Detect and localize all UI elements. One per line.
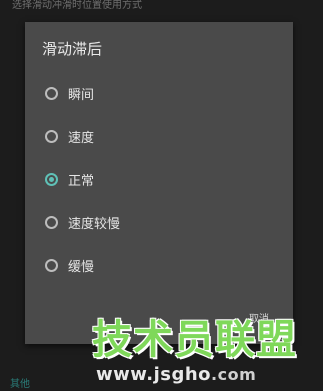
radio-unchecked-icon[interactable] bbox=[45, 87, 58, 100]
scroll-lag-dialog: 滑动滞后 瞬间 速度 正常 速度较慢 缓慢 取消 bbox=[25, 22, 293, 344]
watermark-url-main: www.jsgho bbox=[96, 364, 212, 385]
background-header-text: 选择滑动冲滑时位置使用方式 bbox=[12, 0, 142, 11]
background-link[interactable]: 其他 bbox=[10, 375, 30, 390]
option-label: 瞬间 bbox=[68, 88, 95, 103]
option-label: 速度 bbox=[68, 131, 95, 146]
option-slow[interactable]: 缓慢 bbox=[25, 244, 293, 287]
radio-checked-icon[interactable] bbox=[45, 173, 58, 186]
option-normal[interactable]: 正常 bbox=[25, 158, 293, 201]
watermark-url: www.jsgho.com bbox=[96, 364, 256, 386]
dialog-title: 滑动滞后 bbox=[42, 40, 103, 58]
radio-unchecked-icon[interactable] bbox=[45, 216, 58, 229]
option-label: 正常 bbox=[68, 174, 95, 189]
option-list: 瞬间 速度 正常 速度较慢 缓慢 bbox=[25, 72, 293, 287]
option-label: 缓慢 bbox=[68, 260, 95, 275]
watermark-url-suffix: .com bbox=[211, 365, 257, 384]
option-instant[interactable]: 瞬间 bbox=[25, 72, 293, 115]
radio-unchecked-icon[interactable] bbox=[45, 259, 58, 272]
option-speed[interactable]: 速度 bbox=[25, 115, 293, 158]
option-label: 速度较慢 bbox=[68, 217, 121, 232]
option-slower[interactable]: 速度较慢 bbox=[25, 201, 293, 244]
radio-unchecked-icon[interactable] bbox=[45, 130, 58, 143]
